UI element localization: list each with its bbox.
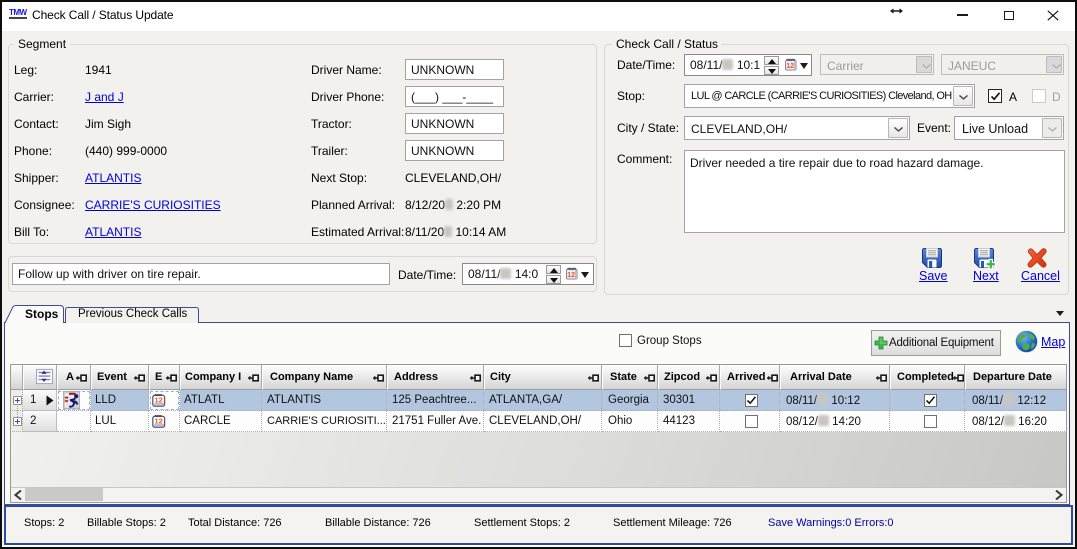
svg-text:12: 12 (155, 417, 163, 426)
svg-text:12: 12 (567, 272, 575, 279)
svg-text:12: 12 (155, 396, 163, 405)
svg-text:12: 12 (786, 63, 794, 70)
